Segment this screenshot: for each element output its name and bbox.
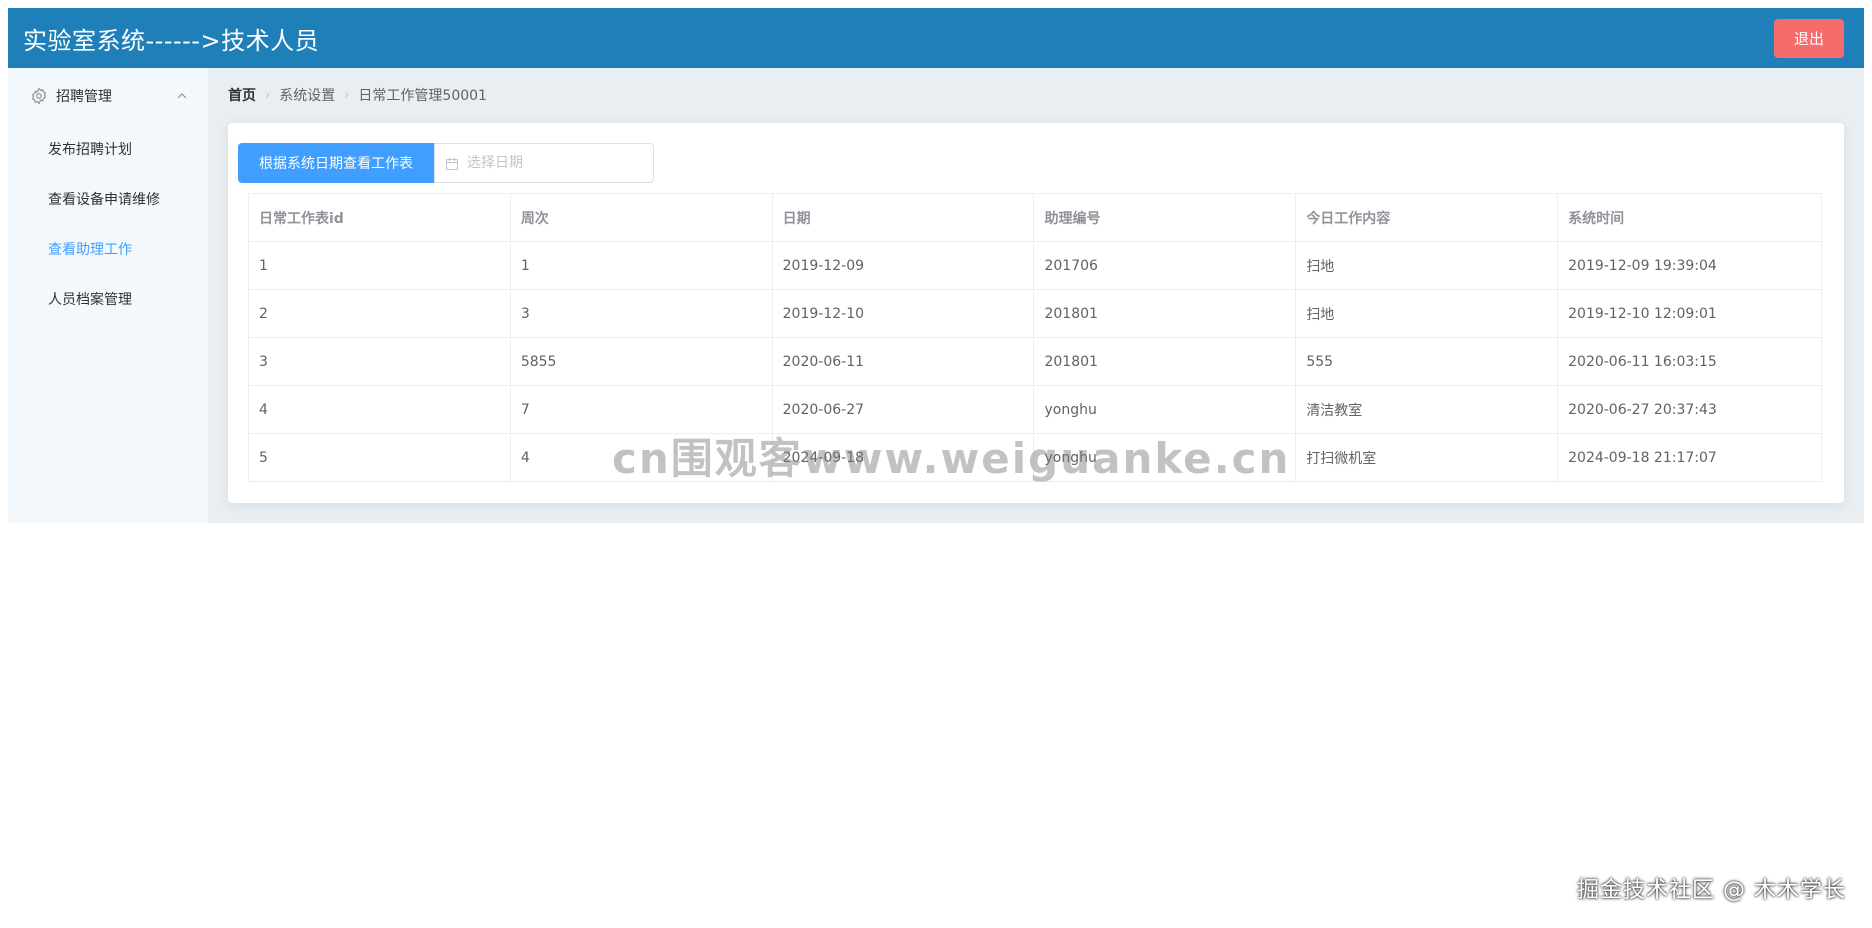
table-cell: 201801 <box>1033 289 1297 338</box>
table-header-row: 日常工作表id 周次 日期 助理编号 今日工作内容 系统时间 <box>248 193 1822 242</box>
table-cell: 打扫微机室 <box>1295 433 1559 482</box>
column-header: 今日工作内容 <box>1295 193 1559 242</box>
table-cell: 扫地 <box>1295 289 1559 338</box>
column-header: 日常工作表id <box>248 193 511 242</box>
table-cell: 2019-12-10 <box>771 289 1035 338</box>
sidebar-item-assistant-work[interactable]: 查看助理工作 <box>8 224 208 274</box>
submenu-recruitment[interactable]: 招聘管理 <box>8 68 208 124</box>
table-cell: 555 <box>1295 337 1559 386</box>
sidebar-item-publish-recruitment[interactable]: 发布招聘计划 <box>8 124 208 174</box>
column-header: 周次 <box>509 193 773 242</box>
table-cell: 2019-12-09 19:39:04 <box>1557 241 1822 290</box>
table-cell: 2020-06-27 20:37:43 <box>1557 385 1822 434</box>
chevron-up-icon <box>176 90 188 102</box>
submenu-title-label: 招聘管理 <box>56 89 112 105</box>
table-cell: 1 <box>248 241 511 290</box>
table-cell: 3 <box>509 289 773 338</box>
table-cell: 2 <box>248 289 511 338</box>
bottom-right-watermark: 掘金技术社区 @ 木木学长 <box>1577 878 1846 903</box>
table-cell: 4 <box>248 385 511 434</box>
sidebar-item-label: 发布招聘计划 <box>48 142 132 158</box>
toolbar: 根据系统日期查看工作表 <box>238 143 654 183</box>
column-header: 日期 <box>771 193 1035 242</box>
table-cell: 2019-12-10 12:09:01 <box>1557 289 1822 338</box>
table-cell: 2020-06-27 <box>771 385 1035 434</box>
table-cell: 7 <box>509 385 773 434</box>
work-table: 日常工作表id 周次 日期 助理编号 今日工作内容 系统时间 1 1 2019-… <box>248 193 1822 482</box>
table-cell: 2020-06-11 <box>771 337 1035 386</box>
table-row: 1 1 2019-12-09 201706 扫地 2019-12-09 19:3… <box>248 241 1822 290</box>
sidebar-item-equipment-repair[interactable]: 查看设备申请维修 <box>8 174 208 224</box>
chevron-right-icon: › <box>265 87 271 103</box>
gear-icon <box>30 87 48 105</box>
sidebar-item-label: 查看设备申请维修 <box>48 192 160 208</box>
chevron-right-icon: › <box>344 87 350 103</box>
table-row: 3 5855 2020-06-11 201801 555 2020-06-11 … <box>248 337 1822 386</box>
breadcrumb-system-settings: 系统设置 <box>279 88 336 104</box>
sidebar-item-label: 查看助理工作 <box>48 242 132 258</box>
logout-button[interactable]: 退出 <box>1774 18 1844 58</box>
table-cell: 4 <box>509 433 773 482</box>
table-cell: 扫地 <box>1295 241 1559 290</box>
column-header: 助理编号 <box>1033 193 1297 242</box>
table-cell: yonghu <box>1033 433 1297 482</box>
breadcrumb-home[interactable]: 首页 <box>228 85 256 105</box>
column-header: 系统时间 <box>1557 193 1822 242</box>
table-cell: 5 <box>248 433 511 482</box>
table-cell: 2019-12-09 <box>771 241 1035 290</box>
main-content: 首页 › 系统设置 › 日常工作管理50001 根据系统日期查看工作表 选择日期… <box>208 68 1864 523</box>
table-cell: 1 <box>509 241 773 290</box>
content-card: 根据系统日期查看工作表 日常工作表id 周次 <box>228 123 1844 503</box>
sidebar-item-label: 人员档案管理 <box>48 292 132 308</box>
table-cell: 2024-09-18 <box>771 433 1035 482</box>
table-row: 5 4 2024-09-18 yonghu 打扫微机室 2024-09-18 2… <box>248 433 1822 482</box>
table-cell: 清洁教室 <box>1295 385 1559 434</box>
table-cell: 5855 <box>509 337 773 386</box>
table-cell: 2020-06-11 16:03:15 <box>1557 337 1822 386</box>
app-container: 实验室系统------>技术人员 退出 招聘管理 发布招聘计划 查看设备申请维修 <box>8 8 1864 523</box>
date-input[interactable] <box>467 155 637 171</box>
query-by-date-button[interactable]: 根据系统日期查看工作表 <box>238 143 434 183</box>
sidebar-item-personnel-records[interactable]: 人员档案管理 <box>8 274 208 324</box>
table-cell: 201706 <box>1033 241 1297 290</box>
table-row: 4 7 2020-06-27 yonghu 清洁教室 2020-06-27 20… <box>248 385 1822 434</box>
table-row: 2 3 2019-12-10 201801 扫地 2019-12-10 12:0… <box>248 289 1822 338</box>
table-cell: 201801 <box>1033 337 1297 386</box>
calendar-icon <box>445 156 459 171</box>
top-header: 实验室系统------>技术人员 退出 <box>8 8 1864 68</box>
table-cell: 2024-09-18 21:17:07 <box>1557 433 1822 482</box>
app-title: 实验室系统------>技术人员 <box>23 26 320 55</box>
sidebar: 招聘管理 发布招聘计划 查看设备申请维修 查看助理工作 人员档案管理 <box>8 68 208 523</box>
date-picker[interactable] <box>434 143 654 183</box>
breadcrumb-current: 日常工作管理50001 <box>358 88 487 104</box>
table-cell: 3 <box>248 337 511 386</box>
breadcrumb: 首页 › 系统设置 › 日常工作管理50001 <box>228 85 487 105</box>
table-cell: yonghu <box>1033 385 1297 434</box>
